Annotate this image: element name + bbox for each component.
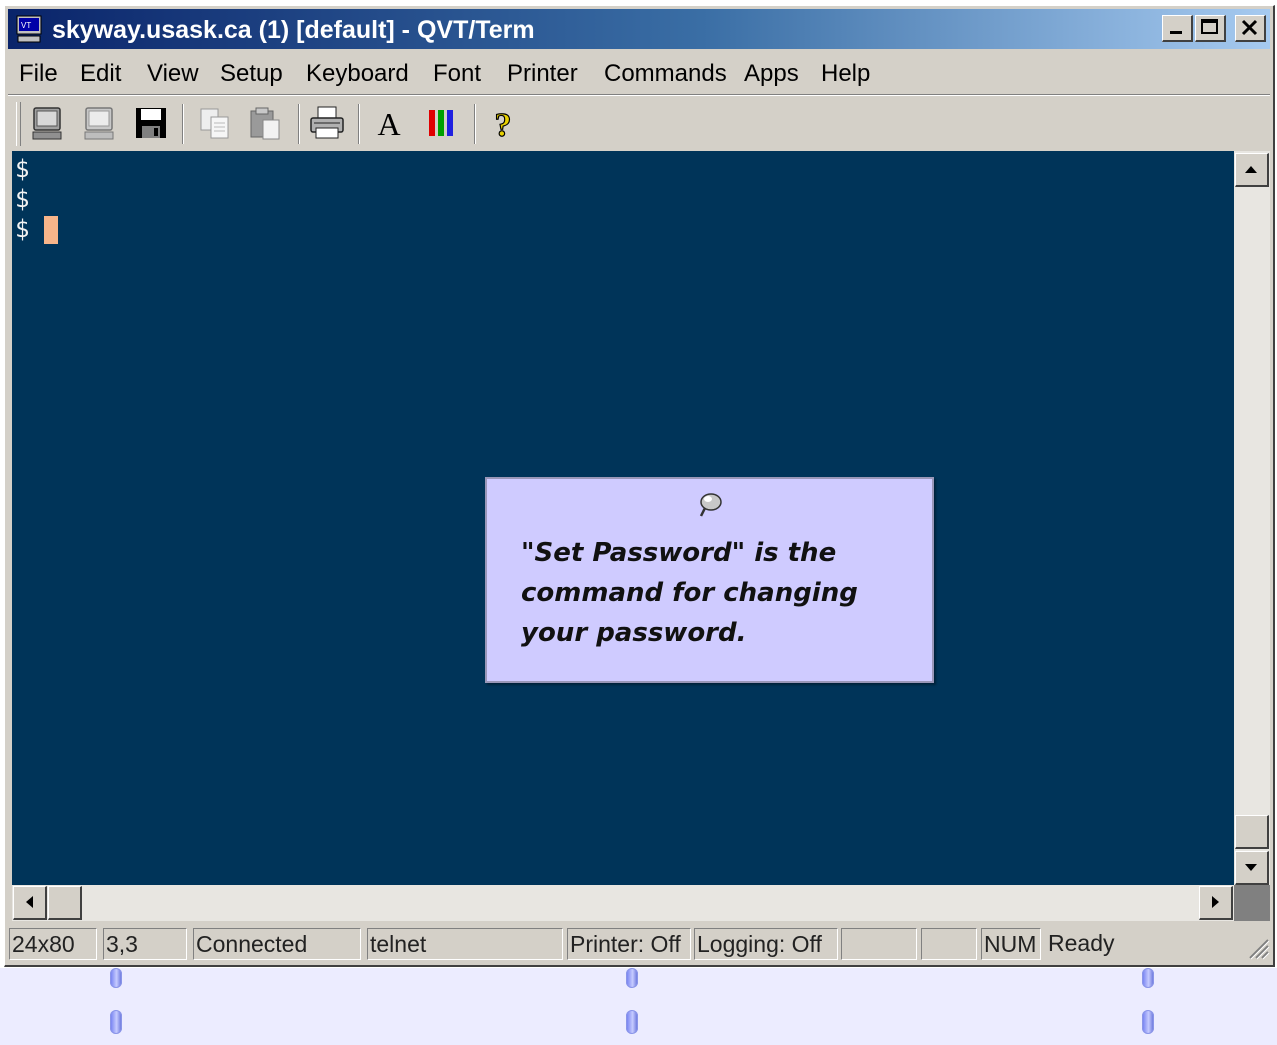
paste-button[interactable] xyxy=(244,102,286,144)
title-bar[interactable]: VT skyway.usask.ca (1) [default] - QVT/T… xyxy=(8,9,1270,49)
bottom-strip xyxy=(0,968,1277,1045)
status-cursor-position: 3,3 xyxy=(103,928,187,960)
menu-bar: File Edit View Setup Keyboard Font Print… xyxy=(8,53,1270,93)
timeline-marker xyxy=(1142,968,1154,988)
svg-text:?: ? xyxy=(495,107,512,144)
scroll-up-button[interactable] xyxy=(1235,153,1269,187)
terminal-button[interactable] xyxy=(26,102,68,144)
horizontal-scrollbar[interactable] xyxy=(12,885,1234,921)
timeline-marker xyxy=(626,1010,638,1034)
timeline-marker xyxy=(110,968,122,988)
toolbar-separator xyxy=(358,104,360,144)
toolbar-separator xyxy=(182,104,184,144)
scroll-thumb[interactable] xyxy=(1235,815,1269,849)
menu-edit[interactable]: Edit xyxy=(80,60,121,88)
timeline-marker xyxy=(110,1010,122,1034)
help-button[interactable]: ? xyxy=(482,102,524,144)
terminal-alt-icon xyxy=(84,107,114,140)
svg-text:VT: VT xyxy=(21,21,31,30)
pushpin-icon xyxy=(699,493,722,517)
menu-setup[interactable]: Setup xyxy=(220,60,283,88)
status-printer: Printer: Off xyxy=(567,928,691,960)
menu-view[interactable]: View xyxy=(147,60,199,88)
terminal-alt-button[interactable] xyxy=(78,102,120,144)
close-icon xyxy=(1241,19,1258,36)
toolbar-separator xyxy=(298,104,300,144)
toolbar: A ? xyxy=(8,98,1270,150)
hscroll-thumb[interactable] xyxy=(48,886,82,920)
status-empty-panel xyxy=(921,928,977,960)
maximize-button[interactable] xyxy=(1195,15,1226,42)
arrow-up-icon xyxy=(1245,166,1257,173)
toolbar-grip[interactable] xyxy=(16,102,21,146)
font-button[interactable]: A xyxy=(368,102,410,144)
status-ready: Ready xyxy=(1048,930,1115,956)
vertical-scrollbar[interactable] xyxy=(1234,151,1270,885)
arrow-down-icon xyxy=(1245,864,1257,871)
status-logging: Logging: Off xyxy=(694,928,838,960)
status-size: 24x80 xyxy=(9,928,97,960)
minimize-button[interactable] xyxy=(1162,15,1193,42)
print-icon xyxy=(310,106,344,139)
copy-icon xyxy=(200,108,229,139)
resize-grip-icon[interactable] xyxy=(1246,936,1270,960)
menu-file[interactable]: File xyxy=(19,60,58,88)
colors-button[interactable] xyxy=(420,102,462,144)
scrollbar-corner xyxy=(1234,885,1270,921)
menu-printer[interactable]: Printer xyxy=(507,60,578,88)
print-button[interactable] xyxy=(306,102,348,144)
svg-text:A: A xyxy=(377,106,400,142)
save-button[interactable] xyxy=(130,102,172,144)
menu-commands[interactable]: Commands xyxy=(604,60,727,88)
menu-keyboard[interactable]: Keyboard xyxy=(306,60,409,88)
terminal-line: $ xyxy=(15,155,30,183)
help-icon: ? xyxy=(494,106,512,144)
status-bar: 24x80 3,3 Connected telnet Printer: Off … xyxy=(8,924,1270,964)
copy-button[interactable] xyxy=(194,102,236,144)
arrow-left-icon xyxy=(26,896,33,908)
tip-text: "Set Password" is the command for changi… xyxy=(521,538,858,648)
terminal-line: $ xyxy=(15,185,30,213)
status-connection: Connected xyxy=(193,928,361,960)
menu-apps[interactable]: Apps xyxy=(744,60,799,88)
terminal-line: $ xyxy=(15,215,30,243)
font-icon: A xyxy=(377,106,400,142)
arrow-right-icon xyxy=(1212,896,1219,908)
minimize-icon xyxy=(1170,31,1182,34)
colors-icon xyxy=(429,110,453,136)
scroll-left-button[interactable] xyxy=(13,886,47,920)
menu-font[interactable]: Font xyxy=(433,60,481,88)
terminal-icon xyxy=(32,107,62,140)
scroll-down-button[interactable] xyxy=(1235,851,1269,885)
save-icon xyxy=(136,108,166,138)
paste-icon xyxy=(250,107,280,140)
window-title: skyway.usask.ca (1) [default] - QVT/Term xyxy=(52,16,535,44)
toolbar-separator xyxy=(474,104,476,144)
timeline-marker xyxy=(626,968,638,988)
toolbar-divider xyxy=(8,94,1270,96)
scroll-right-button[interactable] xyxy=(1199,886,1233,920)
timeline-marker xyxy=(1142,1010,1154,1034)
maximize-icon xyxy=(1201,19,1218,34)
close-button[interactable] xyxy=(1235,15,1266,42)
app-terminal-icon: VT xyxy=(16,15,42,43)
status-empty-panel xyxy=(841,928,917,960)
tip-callout: "Set Password" is the command for changi… xyxy=(485,477,934,683)
menu-help[interactable]: Help xyxy=(821,60,870,88)
status-num-lock: NUM xyxy=(981,928,1041,960)
status-protocol: telnet xyxy=(367,928,563,960)
terminal-cursor xyxy=(44,216,58,244)
